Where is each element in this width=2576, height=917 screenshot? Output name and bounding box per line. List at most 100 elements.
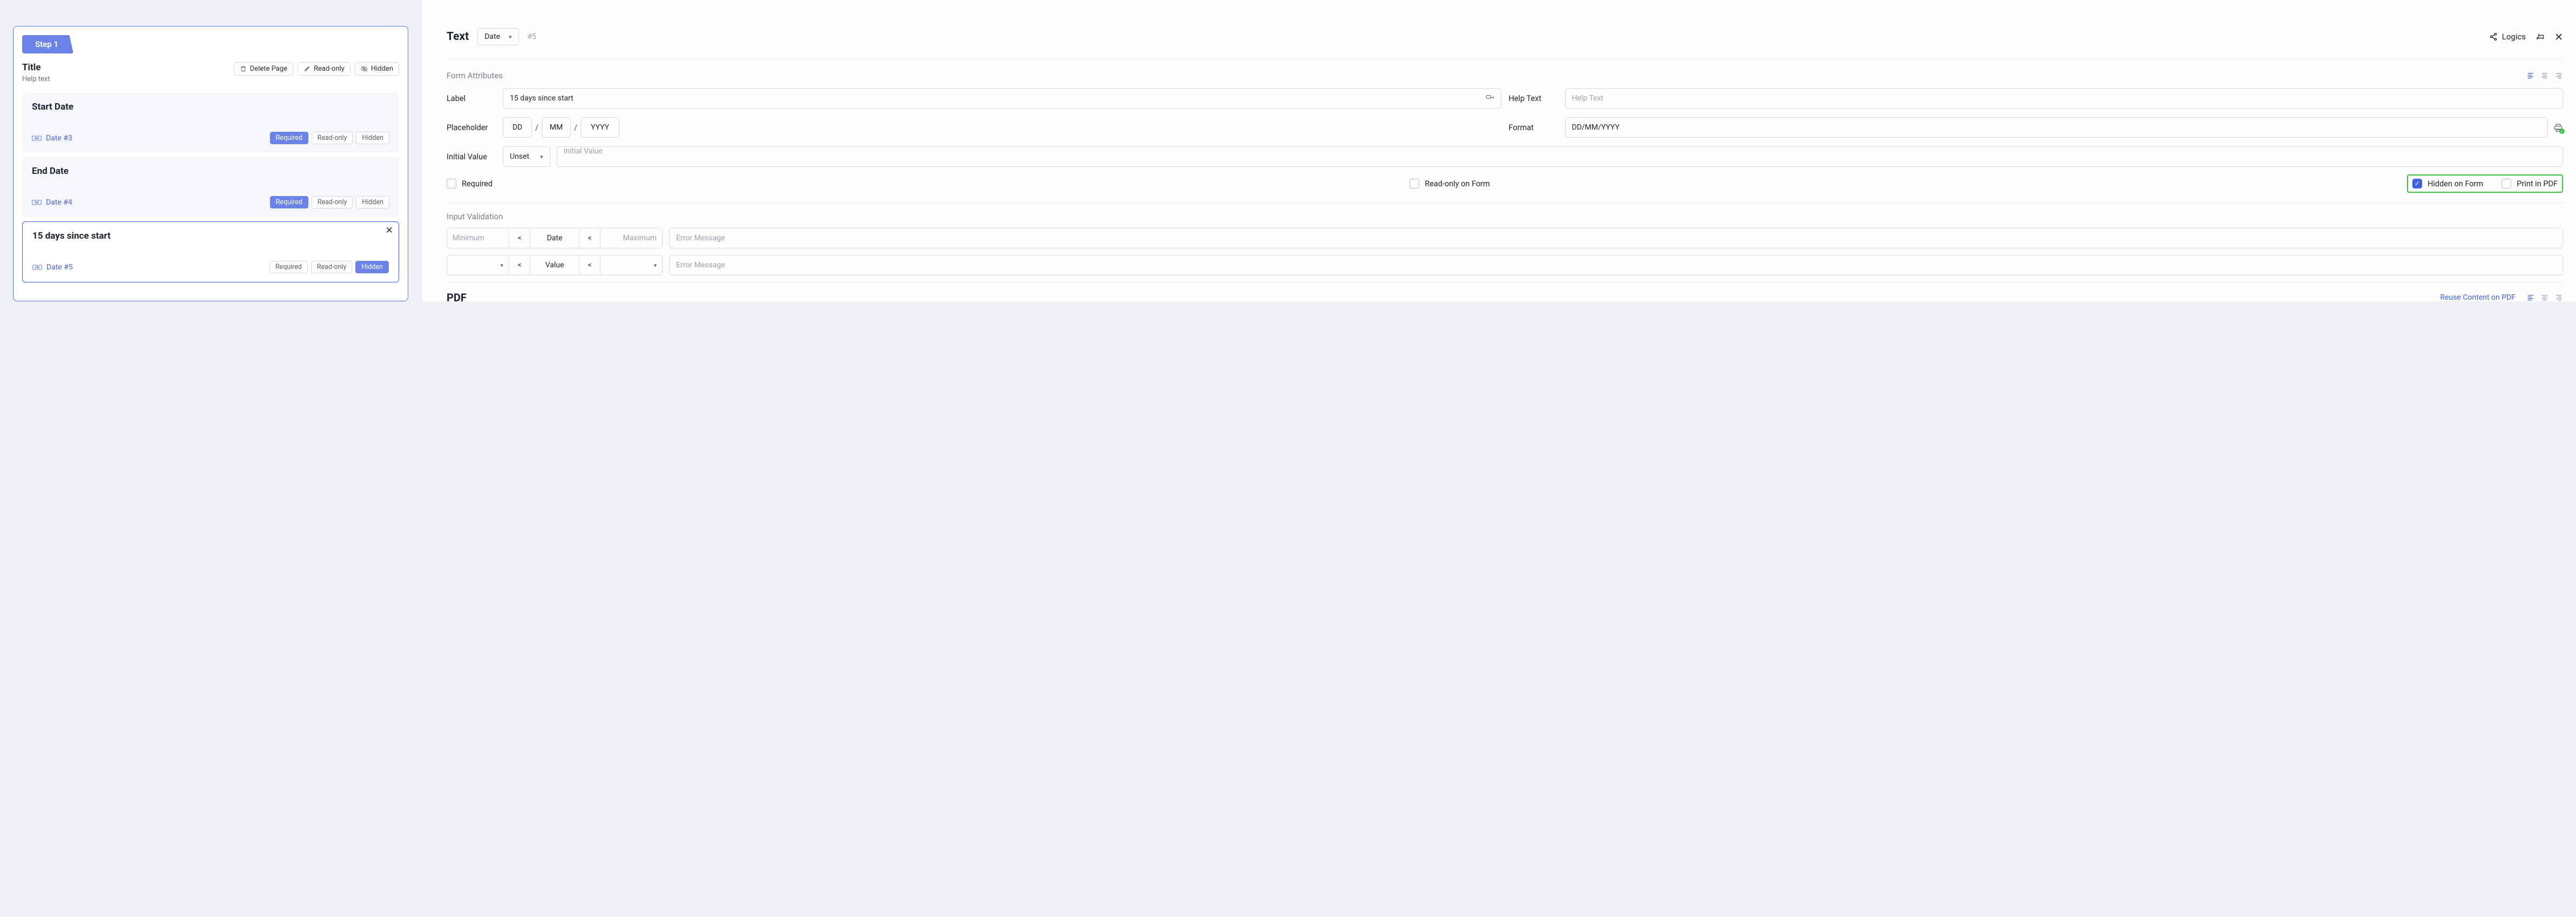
align-right-icon[interactable] bbox=[2554, 72, 2563, 79]
hidden-checkbox-label: Hidden on Form bbox=[2427, 179, 2483, 188]
field-id-badge: #5 bbox=[528, 32, 537, 41]
canvas-field-selected[interactable]: ✕ 15 days since start Date #5 Required R… bbox=[22, 221, 399, 282]
canvas-field[interactable]: Start Date Date #3 Required Read-only Hi… bbox=[22, 93, 399, 153]
readonly-checkbox-label: Read-only on Form bbox=[1425, 179, 1490, 188]
readonly-page-button[interactable]: Read-only bbox=[298, 62, 350, 76]
required-tag[interactable]: Required bbox=[270, 132, 308, 144]
lt-operator: < bbox=[509, 255, 530, 275]
required-tag[interactable]: Required bbox=[270, 196, 308, 208]
form-canvas: Step 1 Title Help text Delete Page bbox=[13, 26, 408, 301]
field-id: Date #3 bbox=[32, 134, 72, 143]
readonly-tag[interactable]: Read-only bbox=[312, 132, 353, 144]
align-left-icon[interactable] bbox=[2526, 294, 2535, 301]
readonly-icon bbox=[304, 65, 311, 72]
error-message-input[interactable]: Error Message bbox=[669, 255, 2563, 275]
field-label: 15 days since start bbox=[32, 231, 389, 241]
step-chip[interactable]: Step 1 bbox=[22, 35, 73, 53]
delete-page-label: Delete Page bbox=[250, 65, 287, 73]
hidden-tag[interactable]: Hidden bbox=[356, 132, 389, 144]
initial-value-label: Initial Value bbox=[447, 152, 495, 161]
close-inspector-button[interactable]: ✕ bbox=[2554, 31, 2563, 43]
field-id: Date #5 bbox=[32, 263, 73, 272]
lt-operator: < bbox=[509, 228, 530, 248]
align-right-icon[interactable] bbox=[2554, 294, 2563, 301]
section-form-attributes: Form Attributes bbox=[447, 71, 503, 80]
format-value: DD/MM/YYYY bbox=[1572, 123, 1620, 132]
placeholder-yyyy-input[interactable]: YYYY bbox=[581, 117, 619, 138]
delete-page-button[interactable]: Delete Page bbox=[234, 62, 293, 76]
readonly-page-label: Read-only bbox=[314, 65, 345, 73]
hidden-page-label: Hidden bbox=[371, 65, 393, 73]
format-label: Format bbox=[1509, 123, 1557, 132]
label-input[interactable]: 15 days since start bbox=[503, 88, 1501, 109]
max-select[interactable]: ▾ bbox=[601, 255, 662, 275]
value-range-validator[interactable]: ▾ < Value < ▾ bbox=[447, 255, 663, 275]
label-label: Label bbox=[447, 94, 495, 103]
date-field-icon bbox=[32, 134, 42, 142]
canvas-field[interactable]: End Date Date #4 Required Read-only Hidd… bbox=[22, 157, 399, 217]
field-id-text: Date #3 bbox=[46, 134, 72, 143]
align-left-icon[interactable] bbox=[2526, 72, 2535, 79]
field-type-value: Date bbox=[484, 32, 500, 41]
page-title[interactable]: Title bbox=[22, 62, 50, 73]
field-id-text: Date #5 bbox=[46, 263, 73, 272]
initial-value-select[interactable]: Unset ▾ bbox=[503, 146, 550, 167]
print-checkbox-label: Print in PDF bbox=[2517, 179, 2558, 188]
hidden-tag[interactable]: Hidden bbox=[355, 261, 389, 273]
min-select[interactable]: ▾ bbox=[447, 255, 509, 275]
initial-value-input[interactable]: Initial Value bbox=[557, 146, 2563, 167]
page-help-text[interactable]: Help text bbox=[22, 75, 50, 83]
token-icon[interactable] bbox=[1486, 95, 1494, 102]
required-tag[interactable]: Required bbox=[269, 261, 308, 273]
initial-value-select-value: Unset bbox=[510, 152, 529, 161]
lt-operator: < bbox=[579, 228, 601, 248]
align-center-icon[interactable] bbox=[2540, 294, 2549, 301]
hidden-on-form-checkbox[interactable]: ✓ Hidden on Form bbox=[2412, 179, 2483, 188]
date-center-label: Date bbox=[530, 228, 579, 248]
date-field-icon bbox=[32, 264, 42, 271]
help-text-input[interactable]: Help Text bbox=[1565, 88, 2564, 109]
inspector-title: Text bbox=[447, 30, 469, 43]
readonly-checkbox[interactable]: Read-only on Form bbox=[1410, 179, 1490, 188]
field-id: Date #4 bbox=[32, 198, 72, 207]
placeholder-mm-input[interactable]: MM bbox=[542, 117, 571, 138]
share-icon bbox=[2489, 32, 2498, 41]
readonly-tag[interactable]: Read-only bbox=[311, 261, 353, 273]
chevron-down-icon: ▾ bbox=[540, 153, 543, 160]
hidden-tag[interactable]: Hidden bbox=[356, 196, 389, 208]
date-field-icon bbox=[32, 199, 42, 206]
field-id-text: Date #4 bbox=[46, 198, 72, 207]
help-text-label: Help Text bbox=[1509, 94, 1557, 103]
field-label: Start Date bbox=[32, 102, 389, 112]
align-center-icon[interactable] bbox=[2540, 72, 2549, 79]
pin-icon[interactable] bbox=[2535, 32, 2545, 42]
date-separator: / bbox=[535, 123, 538, 132]
date-range-validator[interactable]: Minimum < Date < Maximum bbox=[447, 228, 663, 248]
section-input-validation: Input Validation bbox=[447, 212, 2563, 221]
hidden-page-button[interactable]: Hidden bbox=[355, 62, 399, 76]
printer-check-icon[interactable]: ✓ bbox=[2553, 123, 2563, 132]
chevron-down-icon: ▾ bbox=[509, 33, 512, 41]
readonly-tag[interactable]: Read-only bbox=[312, 196, 353, 208]
initial-value-placeholder: Initial Value bbox=[564, 147, 603, 156]
field-label: End Date bbox=[32, 166, 389, 177]
highlighted-checkbox-group: ✓ Hidden on Form Print in PDF bbox=[2407, 174, 2563, 193]
min-input[interactable]: Minimum bbox=[447, 228, 509, 248]
pdf-alignment-group bbox=[2526, 294, 2563, 301]
max-input[interactable]: Maximum bbox=[601, 228, 662, 248]
print-in-pdf-checkbox[interactable]: Print in PDF bbox=[2501, 179, 2558, 188]
logics-button[interactable]: Logics bbox=[2489, 32, 2526, 42]
value-center-label: Value bbox=[530, 255, 579, 275]
field-type-select[interactable]: Date ▾ bbox=[477, 28, 518, 45]
placeholder-dd-input[interactable]: DD bbox=[503, 117, 532, 138]
alignment-group bbox=[2526, 72, 2563, 79]
close-field-button[interactable]: ✕ bbox=[386, 225, 393, 236]
error-message-input[interactable]: Error Message bbox=[669, 228, 2563, 248]
reuse-content-link[interactable]: Reuse Content on PDF bbox=[2440, 293, 2516, 301]
label-input-value: 15 days since start bbox=[510, 94, 574, 103]
section-pdf: PDF bbox=[447, 291, 467, 301]
placeholder-label: Placeholder bbox=[447, 123, 495, 132]
format-input[interactable]: DD/MM/YYYY bbox=[1565, 117, 2548, 138]
logics-label: Logics bbox=[2502, 32, 2526, 42]
required-checkbox[interactable]: Required bbox=[447, 179, 493, 188]
